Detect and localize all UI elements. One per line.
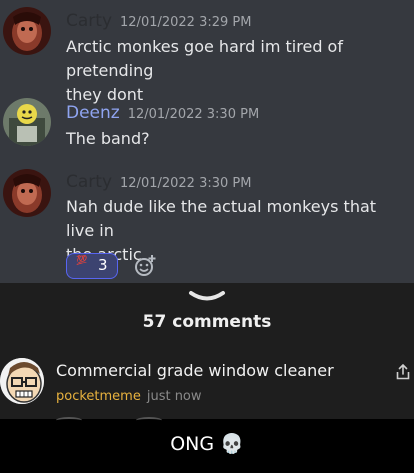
reaction-count: 3 — [98, 256, 108, 274]
next-item-peek — [136, 417, 162, 424]
deenz-avatar[interactable] — [3, 98, 51, 146]
post-caption: ONG 💀 — [170, 433, 244, 455]
message-line: The band? — [66, 129, 150, 148]
reaction-pill[interactable]: 💯 3 — [66, 253, 118, 279]
add-reaction-icon[interactable] — [132, 253, 158, 279]
share-icon[interactable] — [396, 363, 410, 384]
message-header: Carty 12/01/2022 3:30 PM — [66, 172, 251, 192]
message-line: Nah dude like the actual monkeys that li… — [66, 197, 377, 240]
hundred-points-icon: 💯 — [76, 256, 88, 266]
comments-count: 57 comments — [142, 312, 272, 332]
message-timestamp: 12/01/2022 3:30 PM — [120, 176, 252, 191]
author-name[interactable]: Carty — [66, 172, 112, 192]
comment-text: Commercial grade window cleaner — [56, 361, 334, 380]
message-text: The band? — [66, 127, 406, 151]
message-timestamp: 12/01/2022 3:30 PM — [127, 107, 260, 122]
comment-time: just now — [146, 389, 202, 404]
message-line: Arctic monkes goe hard im tired of prete… — [66, 37, 343, 80]
comment-meta: pocketmeme just now — [56, 389, 202, 404]
comment-username[interactable]: pocketmeme — [56, 389, 141, 404]
carty-avatar[interactable] — [3, 169, 51, 217]
carty-avatar[interactable] — [3, 7, 51, 55]
discord-chat-screenshot: Carty 12/01/2022 3:29 PM Arctic monkes go… — [0, 0, 414, 283]
chevron-down-icon[interactable] — [187, 289, 227, 308]
message-header: Deenz 12/01/2022 3:30 PM — [66, 103, 259, 123]
message-header: Carty 12/01/2022 3:29 PM — [66, 11, 251, 31]
next-item-peek — [56, 417, 82, 424]
author-name[interactable]: Deenz — [66, 103, 120, 123]
message-text: Arctic monkes goe hard im tired of prete… — [66, 35, 406, 107]
author-name[interactable]: Carty — [66, 11, 112, 31]
message-timestamp: 12/01/2022 3:29 PM — [120, 15, 252, 30]
commenter-avatar[interactable] — [0, 358, 44, 404]
